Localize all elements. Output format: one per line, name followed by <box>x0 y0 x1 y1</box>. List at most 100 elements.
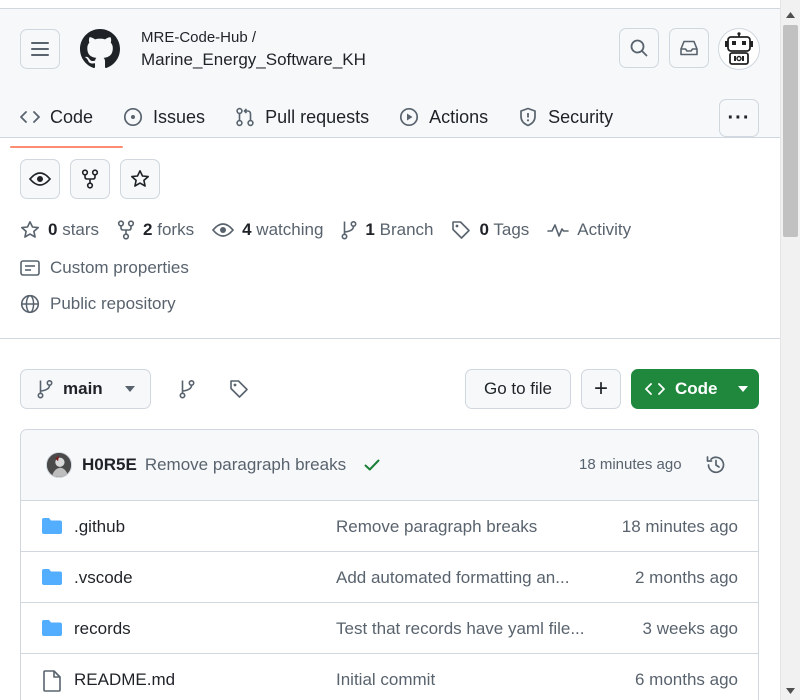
search-button[interactable] <box>619 28 659 68</box>
tab-security-label: Security <box>548 106 614 127</box>
file-name[interactable]: README.md <box>74 670 175 690</box>
file-commit-message[interactable]: Test that records have yaml file... <box>336 619 591 639</box>
visibility-info: Public repository <box>20 294 176 314</box>
shield-icon <box>520 107 537 127</box>
star-icon <box>21 221 39 238</box>
custom-properties-label: Custom properties <box>50 258 189 277</box>
star-icon <box>131 170 149 187</box>
file-name[interactable]: records <box>74 619 131 639</box>
file-row-github[interactable]: .github Remove paragraph breaks 18 minut… <box>21 501 758 552</box>
branch-name: main <box>63 379 103 398</box>
tag-icon <box>230 380 248 398</box>
add-file-button[interactable]: + <box>581 369 621 409</box>
code-dropdown-button[interactable]: Code <box>631 369 759 409</box>
folder-icon <box>42 569 62 585</box>
github-logo-icon[interactable] <box>80 29 120 74</box>
repo-nav: Code Issues Pull requests Actions Securi… <box>9 97 643 148</box>
commit-author-avatar[interactable] <box>46 452 72 478</box>
browser-top-strip <box>0 0 780 9</box>
pulse-icon <box>547 224 570 237</box>
file-commit-message[interactable]: Remove paragraph breaks <box>336 517 591 537</box>
stars-count: 0 <box>48 220 58 239</box>
scroll-thumb[interactable] <box>783 25 798 237</box>
tab-issues[interactable]: Issues <box>123 99 205 135</box>
branch-select-button[interactable]: main <box>20 369 151 409</box>
eye-icon <box>29 172 51 186</box>
commit-time[interactable]: 18 minutes ago <box>579 456 682 473</box>
branches-link[interactable]: 1 Branch <box>341 220 433 240</box>
folder-icon <box>42 620 62 636</box>
scroll-up-arrow-icon[interactable] <box>781 8 800 22</box>
visibility-label: Public repository <box>50 294 176 313</box>
watch-button[interactable] <box>20 159 60 199</box>
file-name[interactable]: .vscode <box>74 568 133 588</box>
latest-commit-bar: H0R5E Remove paragraph breaks 18 minutes… <box>21 430 758 501</box>
tags-label: Tags <box>493 220 530 239</box>
git-branch-icon <box>341 220 357 240</box>
file-commit-time[interactable]: 3 weeks ago <box>643 619 738 639</box>
kebab-horizontal-icon: ··· <box>727 106 751 129</box>
tab-pull-requests[interactable]: Pull requests <box>235 99 369 135</box>
file-commit-message[interactable]: Initial commit <box>336 670 591 690</box>
commit-message[interactable]: Remove paragraph breaks <box>145 455 346 475</box>
watching-label: watching <box>256 220 324 239</box>
author-avatar-icon <box>47 453 71 477</box>
code-icon <box>20 111 40 123</box>
inbox-icon <box>680 40 698 56</box>
inbox-button[interactable] <box>669 28 709 68</box>
scroll-down-arrow-icon[interactable] <box>781 684 800 698</box>
file-commit-time[interactable]: 2 months ago <box>635 568 738 588</box>
commit-author[interactable]: H0R5E <box>82 455 137 475</box>
file-icon <box>43 670 61 692</box>
page-scrollbar[interactable] <box>780 0 800 700</box>
code-icon <box>645 383 665 395</box>
stars-label: stars <box>62 220 100 239</box>
folder-icon <box>42 518 62 534</box>
repo-name-link[interactable]: Marine_Energy_Software_KH <box>141 50 366 70</box>
tab-code[interactable]: Code <box>9 99 124 148</box>
check-icon[interactable] <box>364 459 380 471</box>
file-commit-message[interactable]: Add automated formatting an... <box>336 568 591 588</box>
triangle-down-icon <box>124 386 135 392</box>
issue-opened-icon <box>123 107 143 127</box>
triangle-down-icon <box>737 386 748 392</box>
watching-link[interactable]: 4 watching <box>212 220 323 240</box>
branches-button[interactable] <box>176 378 198 400</box>
file-commit-time[interactable]: 6 months ago <box>635 670 738 690</box>
eye-icon <box>212 223 235 237</box>
forks-label: forks <box>157 220 195 239</box>
plus-icon: + <box>593 375 608 402</box>
star-button[interactable] <box>120 159 160 199</box>
file-row-vscode[interactable]: .vscode Add automated formatting an... 2… <box>21 552 758 603</box>
search-icon <box>630 39 648 57</box>
activity-link[interactable]: Activity <box>547 220 631 240</box>
more-tabs-button[interactable]: ··· <box>719 99 759 137</box>
repo-forked-icon <box>117 220 135 240</box>
file-commit-time[interactable]: 18 minutes ago <box>622 517 738 537</box>
tab-code-label: Code <box>50 106 94 127</box>
tab-pull-requests-label: Pull requests <box>265 106 370 127</box>
git-pull-request-icon <box>236 107 254 127</box>
stars-link[interactable]: 0 stars <box>20 220 99 240</box>
hamburger-icon <box>31 42 49 56</box>
menu-button[interactable] <box>20 29 60 69</box>
file-row-records[interactable]: records Test that records have yaml file… <box>21 603 758 654</box>
tags-link[interactable]: 0 Tags <box>451 220 529 240</box>
tab-security[interactable]: Security <box>518 99 613 135</box>
tab-issues-label: Issues <box>153 106 206 127</box>
repo-stats: 0 stars 2 forks 4 watching 1 Branch 0 Ta… <box>20 220 649 240</box>
history-icon[interactable] <box>705 454 727 476</box>
repo-owner-link[interactable]: MRE-Code-Hub / <box>141 29 256 46</box>
robot-avatar-icon <box>725 32 753 65</box>
user-avatar-button[interactable] <box>718 28 760 70</box>
tab-actions[interactable]: Actions <box>399 99 488 135</box>
custom-properties-link[interactable]: Custom properties <box>20 258 189 278</box>
fork-button[interactable] <box>70 159 110 199</box>
forks-link[interactable]: 2 forks <box>117 220 194 240</box>
file-name[interactable]: .github <box>74 517 125 537</box>
go-to-file-button[interactable]: Go to file <box>465 369 571 409</box>
file-row-readme[interactable]: README.md Initial commit 6 months ago <box>21 654 758 700</box>
git-branch-icon <box>37 379 53 399</box>
tags-button[interactable] <box>228 378 250 400</box>
note-icon <box>20 260 40 276</box>
